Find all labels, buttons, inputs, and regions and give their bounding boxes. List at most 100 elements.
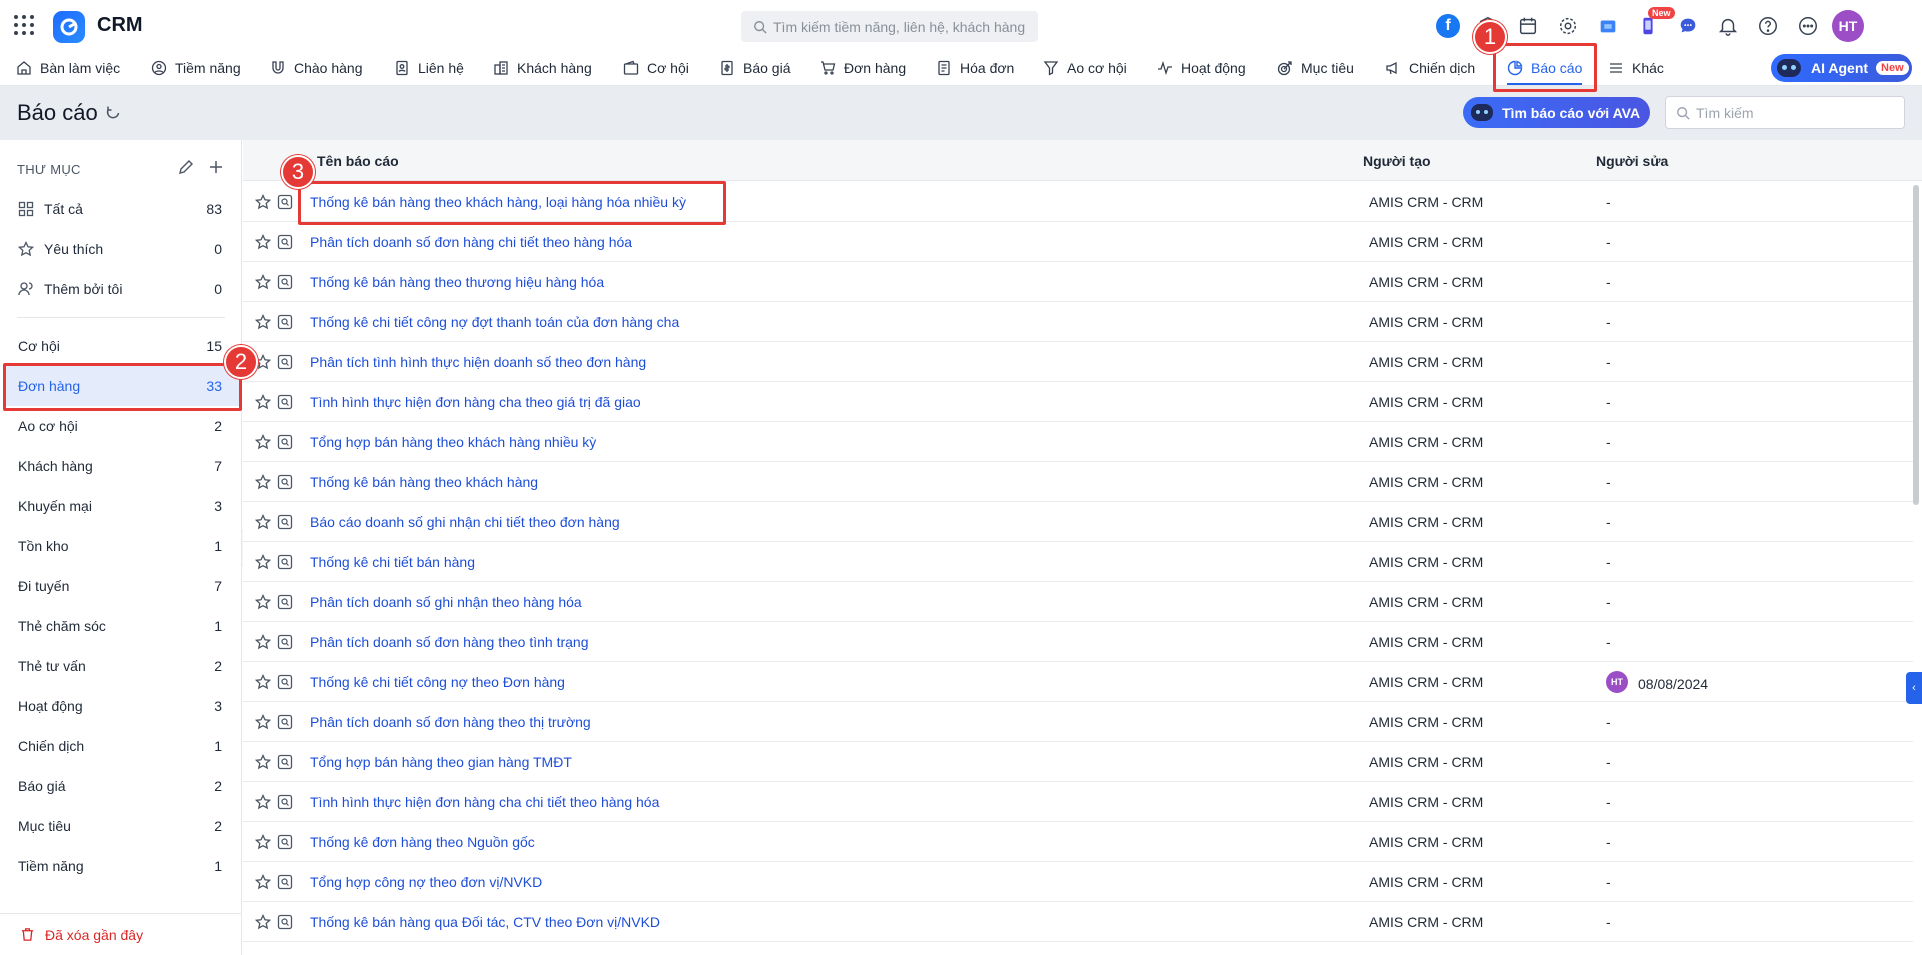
report-name-link[interactable]: Phân tích doanh số đơn hàng theo thị trư…: [310, 714, 591, 730]
report-name-link[interactable]: Thống kê bán hàng theo khách hàng, loại …: [310, 194, 686, 210]
table-row[interactable]: Thống kê bán hàng theo thương hiệu hàng …: [243, 262, 1913, 302]
table-row[interactable]: Phân tích doanh số ghi nhận theo hàng hó…: [243, 582, 1913, 622]
sidebar-folder-bao-gia[interactable]: Báo giá 2: [4, 766, 240, 806]
app-launcher-icon[interactable]: [14, 15, 34, 35]
table-scrollbar[interactable]: [1913, 185, 1919, 505]
table-row[interactable]: Phân tích doanh số đơn hàng chi tiết the…: [243, 222, 1913, 262]
column-header-creator[interactable]: Người tạo: [1363, 153, 1431, 169]
report-name-link[interactable]: Thống kê bán hàng theo thương hiệu hàng …: [310, 274, 604, 290]
table-row[interactable]: Thống kê chi tiết công nợ đợt thanh toán…: [243, 302, 1913, 342]
table-row[interactable]: Tình hình thực hiện đơn hàng cha chi tiế…: [243, 782, 1913, 822]
sidebar-folder-co-hoi[interactable]: Cơ hội 15: [4, 326, 240, 366]
global-search-input[interactable]: Tìm kiếm tiềm năng, liên hệ, khách hàng: [741, 11, 1038, 42]
sidebar-folder-hoat-dong[interactable]: Hoạt động 3: [4, 686, 240, 726]
sidebar-item-all[interactable]: Tất cả 83: [4, 189, 240, 229]
recently-deleted-button[interactable]: Đã xóa gần đây: [0, 913, 242, 955]
sidebar-folder-chien-dich[interactable]: Chiến dịch 1: [4, 726, 240, 766]
preview-icon[interactable]: [277, 434, 293, 450]
report-name-link[interactable]: Thống kê chi tiết công nợ theo Đơn hàng: [310, 674, 565, 690]
favorite-star-icon[interactable]: [255, 474, 271, 490]
sidebar-folder-ton-kho[interactable]: Tồn kho 1: [4, 526, 240, 566]
table-row[interactable]: Phân tích doanh số đơn hàng theo tình tr…: [243, 622, 1913, 662]
table-row[interactable]: Thống kê bán hàng theo khách hàng AMIS CR…: [243, 462, 1913, 502]
ai-agent-button[interactable]: AI Agent New: [1771, 54, 1912, 82]
table-row[interactable]: Tình hình thực hiện đơn hàng cha theo gi…: [243, 382, 1913, 422]
sidebar-folder-muc-tieu[interactable]: Mục tiêu 2: [4, 806, 240, 846]
preview-icon[interactable]: [277, 554, 293, 570]
facebook-button[interactable]: f: [1428, 10, 1468, 42]
preview-icon[interactable]: [277, 634, 293, 650]
refresh-icon[interactable]: [105, 105, 121, 121]
report-name-link[interactable]: Thống kê đơn hàng theo Nguồn gốc: [310, 834, 535, 850]
side-panel-toggle[interactable]: ‹: [1906, 672, 1922, 704]
preview-icon[interactable]: [277, 594, 293, 610]
crm-logo-icon[interactable]: [53, 11, 85, 43]
sidebar-folder-di-tuyen[interactable]: Đi tuyến 7: [4, 566, 240, 606]
ava-search-button[interactable]: Tìm báo cáo với AVA: [1463, 97, 1650, 128]
nav-item-ban-lam-viec[interactable]: Bàn làm việc: [16, 51, 120, 85]
report-name-link[interactable]: Tình hình thực hiện đơn hàng cha theo gi…: [310, 394, 641, 410]
chat-button[interactable]: [1668, 10, 1708, 42]
sidebar-item-added-by-me[interactable]: Thêm bởi tôi 0: [4, 269, 240, 309]
preview-icon[interactable]: [277, 474, 293, 490]
report-name-link[interactable]: Phân tích doanh số đơn hàng chi tiết the…: [310, 234, 632, 250]
report-name-link[interactable]: Tổng hợp bán hàng theo gian hàng TMĐT: [310, 754, 572, 770]
sidebar-folder-ao-co-hoi[interactable]: Ao cơ hội 2: [4, 406, 240, 446]
nav-item-khach-hang[interactable]: Khách hàng: [493, 51, 592, 85]
favorite-star-icon[interactable]: [255, 274, 271, 290]
table-row[interactable]: Thống kê chi tiết công nợ theo Đơn hàng A…: [243, 662, 1913, 702]
preview-icon[interactable]: [277, 914, 293, 930]
preview-icon[interactable]: [277, 234, 293, 250]
nav-item-tiem-nang[interactable]: Tiềm năng: [151, 51, 241, 85]
nav-item-ao-co-hoi[interactable]: Ao cơ hội: [1043, 51, 1127, 85]
table-row[interactable]: Phân tích doanh số đơn hàng theo thị trư…: [243, 702, 1913, 742]
column-header-name[interactable]: Tên báo cáo: [317, 153, 399, 169]
help-button[interactable]: [1748, 10, 1788, 42]
report-name-link[interactable]: Thống kê chi tiết công nợ đợt thanh toán…: [310, 314, 679, 330]
sidebar-folder-khach-hang[interactable]: Khách hàng 7: [4, 446, 240, 486]
report-name-link[interactable]: Tổng hợp bán hàng theo khách hàng nhiều …: [310, 434, 596, 450]
preview-icon[interactable]: [277, 514, 293, 530]
favorite-star-icon[interactable]: [255, 674, 271, 690]
favorite-star-icon[interactable]: [255, 394, 271, 410]
sidebar-folder-khuyen-mai[interactable]: Khuyến mại 3: [4, 486, 240, 526]
favorite-star-icon[interactable]: [255, 714, 271, 730]
column-header-editor[interactable]: Người sửa: [1596, 153, 1668, 169]
nav-item-chao-hang[interactable]: Chào hàng: [270, 51, 363, 85]
favorite-star-icon[interactable]: [255, 794, 271, 810]
favorite-star-icon[interactable]: [255, 834, 271, 850]
report-name-link[interactable]: Phân tích doanh số đơn hàng theo tình tr…: [310, 634, 589, 650]
nav-item-hoat-dong[interactable]: Hoạt động: [1157, 51, 1246, 85]
favorite-star-icon[interactable]: [255, 434, 271, 450]
nav-item-lien-he[interactable]: Liên hệ: [394, 51, 464, 85]
favorite-star-icon[interactable]: [255, 634, 271, 650]
favorite-star-icon[interactable]: [255, 594, 271, 610]
preview-icon[interactable]: [277, 354, 293, 370]
nav-item-khac[interactable]: Khác: [1608, 51, 1664, 85]
favorite-star-icon[interactable]: [255, 314, 271, 330]
report-name-link[interactable]: Tổng hợp công nợ theo đơn vị/NVKD: [310, 874, 542, 890]
preview-icon[interactable]: [277, 754, 293, 770]
table-row[interactable]: Tổng hợp bán hàng theo khách hàng nhiều …: [243, 422, 1913, 462]
favorite-star-icon[interactable]: [255, 194, 271, 210]
preview-icon[interactable]: [277, 314, 293, 330]
sidebar-folder-the-tu-van[interactable]: Thẻ tư vấn 2: [4, 646, 240, 686]
store-button[interactable]: [1588, 10, 1628, 42]
notifications-button[interactable]: [1708, 10, 1748, 42]
nav-item-co-hoi[interactable]: Cơ hội: [623, 51, 689, 85]
report-name-link[interactable]: Thống kê chi tiết bán hàng: [310, 554, 475, 570]
more-button[interactable]: [1788, 10, 1828, 42]
table-row[interactable]: Tổng hợp bán hàng theo gian hàng TMĐT AMI…: [243, 742, 1913, 782]
nav-item-don-hang[interactable]: Đơn hàng: [820, 51, 906, 85]
report-name-link[interactable]: Phân tích tình hình thực hiện doanh số t…: [310, 354, 646, 370]
report-name-link[interactable]: Thống kê bán hàng theo khách hàng: [310, 474, 538, 490]
report-name-link[interactable]: Báo cáo doanh số ghi nhận chi tiết theo …: [310, 514, 620, 530]
sidebar-item-favorites[interactable]: Yêu thích 0: [4, 229, 240, 269]
favorite-star-icon[interactable]: [255, 754, 271, 770]
nav-item-muc-tieu[interactable]: Mục tiêu: [1277, 51, 1354, 85]
preview-icon[interactable]: [277, 674, 293, 690]
table-row[interactable]: Thống kê bán hàng theo khách hàng, loại …: [243, 182, 1913, 222]
preview-icon[interactable]: [277, 394, 293, 410]
preview-icon[interactable]: [277, 834, 293, 850]
preview-icon[interactable]: [277, 874, 293, 890]
